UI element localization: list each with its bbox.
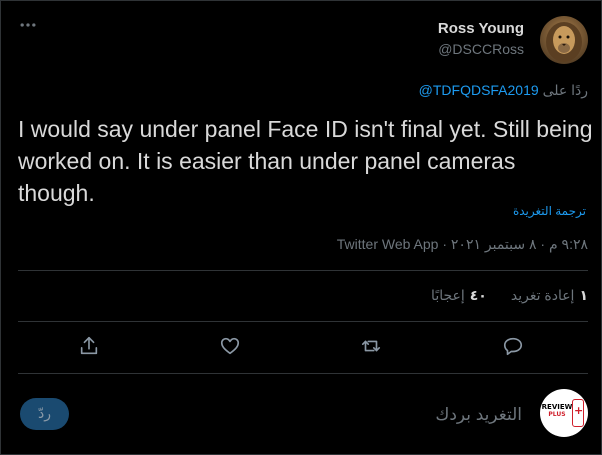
reply-to-handle[interactable]: @TDFQDSFA2019	[419, 82, 539, 98]
meta-separator: ·	[540, 236, 546, 252]
retweet-count[interactable]: ١ إعادة تغريد	[511, 287, 588, 304]
reply-context: ردًا على @TDFQDSFA2019	[419, 82, 588, 99]
tweet-meta: ٩:٢٨ م · ٨ سبتمبر ٢٠٢١ · Twitter Web App	[337, 236, 588, 253]
reply-button[interactable]: ردّ	[20, 398, 69, 430]
tweet-frame	[0, 0, 602, 455]
tweet-time[interactable]: ٩:٢٨ م	[549, 236, 588, 252]
divider	[18, 321, 588, 322]
like-count-label: إعجابًا	[431, 287, 465, 303]
like-icon[interactable]	[219, 335, 241, 357]
more-options-icon[interactable]	[18, 15, 38, 35]
reply-prefix: ردًا على	[542, 82, 588, 98]
translate-tweet-link[interactable]: ترجمة التغريدة	[513, 204, 586, 218]
author-handle[interactable]: @DSCCRoss	[438, 41, 524, 57]
reply-icon[interactable]	[502, 335, 524, 357]
tweet-source-app[interactable]: Twitter Web App	[337, 236, 439, 252]
like-count-value: ٤٠	[469, 287, 487, 303]
logo-text-review: REVIEW	[541, 403, 573, 411]
like-count[interactable]: ٤٠ إعجابًا	[431, 287, 487, 304]
share-icon[interactable]	[78, 335, 100, 357]
meta-separator: ·	[442, 236, 448, 252]
divider	[18, 270, 588, 271]
avatar[interactable]	[540, 16, 588, 64]
divider	[18, 373, 588, 374]
retweet-icon[interactable]	[360, 335, 382, 357]
logo-text-plus: PLUS	[548, 411, 566, 418]
retweet-count-label: إعادة تغريد	[510, 287, 575, 303]
tweet-text: I would say under panel Face ID isn't fi…	[18, 116, 593, 206]
tweet-author[interactable]: Ross Young @DSCCRoss	[438, 20, 524, 57]
tweet-actions	[0, 335, 602, 359]
author-name[interactable]: Ross Young	[438, 20, 524, 37]
retweet-count-value: ١	[579, 287, 588, 303]
reply-compose-input[interactable]: التغريد بردك	[435, 405, 522, 425]
tweet-date[interactable]: ٨ سبتمبر ٢٠٢١	[451, 236, 537, 252]
current-user-avatar[interactable]: REVIEW PLUS +	[540, 389, 588, 437]
tweet-stats: ١ إعادة تغريد ٤٠ إعجابًا	[431, 287, 588, 304]
plus-icon: +	[574, 404, 584, 417]
